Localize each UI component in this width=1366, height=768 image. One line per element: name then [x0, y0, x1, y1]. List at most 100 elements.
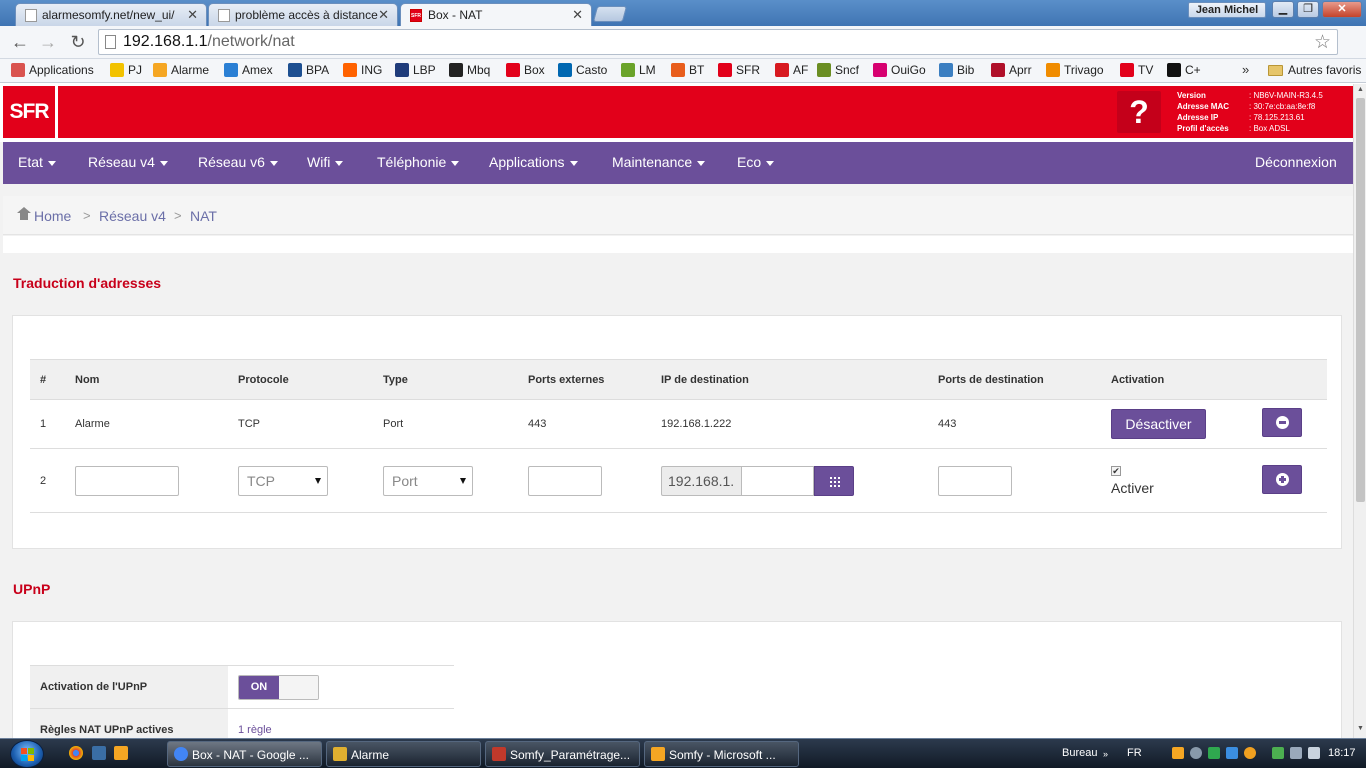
- bookmark-star-icon[interactable]: ☆: [1314, 31, 1331, 54]
- bookmark-bib[interactable]: Bib: [939, 63, 974, 77]
- drive-icon[interactable]: [1208, 747, 1220, 759]
- nav-etat[interactable]: Etat: [18, 154, 56, 170]
- page-icon: [218, 9, 230, 22]
- bureau-toolbar[interactable]: Bureau: [1062, 747, 1097, 759]
- breadcrumb-home[interactable]: Home: [17, 207, 71, 224]
- task-chrome[interactable]: Box - NAT - Google ...: [167, 741, 322, 767]
- update-icon[interactable]: [1244, 747, 1256, 759]
- scroll-down-icon[interactable]: ▼: [1357, 725, 1364, 732]
- nav-applications[interactable]: Applications: [489, 154, 578, 170]
- breadcrumb: Home > Réseau v4 > NAT: [3, 196, 1353, 235]
- protocole-select[interactable]: TCP: [238, 465, 328, 496]
- bookmark-tv[interactable]: TV: [1120, 63, 1153, 77]
- chrome-icon: [174, 747, 188, 761]
- bookmark-lbp[interactable]: LBP: [395, 63, 436, 77]
- bookmark-lm[interactable]: LM: [621, 63, 656, 77]
- nav-telephonie[interactable]: Téléphonie: [377, 154, 460, 170]
- bookmark-label: Applications: [29, 63, 94, 77]
- bell-icon[interactable]: [1190, 747, 1202, 759]
- plus-circle-icon: [1276, 472, 1289, 486]
- profile-name[interactable]: Jean Michel: [1188, 2, 1266, 18]
- browser-tab-2[interactable]: problème accès à distance ✕: [208, 3, 398, 26]
- scroll-up-icon[interactable]: ▲: [1357, 86, 1364, 93]
- close-tab-icon[interactable]: ✕: [378, 7, 389, 23]
- task-pdf[interactable]: Somfy_Paramétrage...: [485, 741, 640, 767]
- back-arrow-icon[interactable]: ←: [8, 30, 32, 54]
- battery-icon[interactable]: [1272, 747, 1284, 759]
- close-window-icon[interactable]: ✕: [1322, 1, 1362, 18]
- bookmark-amex[interactable]: Amex: [224, 63, 273, 77]
- nav-maintenance[interactable]: Maintenance: [612, 154, 706, 170]
- task-mail[interactable]: Somfy - Microsoft ...: [644, 741, 799, 767]
- nom-input[interactable]: [75, 465, 179, 496]
- ports-externes-input[interactable]: [528, 465, 602, 496]
- address-bar[interactable]: 192.168.1.1/network/nat ☆: [98, 29, 1338, 55]
- language-indicator[interactable]: FR: [1127, 747, 1142, 759]
- bookmark-box[interactable]: Box: [506, 63, 545, 77]
- new-tab-button[interactable]: [592, 6, 628, 22]
- browser-tab-3[interactable]: SFR Box - NAT ✕: [400, 3, 592, 27]
- page-scrollbar[interactable]: ▲ ▼: [1353, 84, 1366, 738]
- bookmark-aprr[interactable]: Aprr: [991, 63, 1032, 77]
- forward-arrow-icon[interactable]: →: [36, 30, 60, 54]
- close-tab-icon[interactable]: ✕: [572, 7, 583, 23]
- bookmark-sncf[interactable]: Sncf: [817, 63, 859, 77]
- activer-checkbox[interactable]: ✔: [1111, 465, 1121, 476]
- nav-reseau-v4[interactable]: Réseau v4: [88, 154, 168, 170]
- bookmark-ing[interactable]: ING: [343, 63, 382, 77]
- delete-rule-button[interactable]: [1262, 408, 1302, 437]
- minimize-icon[interactable]: ▁: [1272, 1, 1294, 18]
- logout-link[interactable]: Déconnexion: [1255, 154, 1337, 170]
- bookmark-casto[interactable]: Casto: [558, 63, 607, 77]
- bookmark-applications[interactable]: Applications: [11, 63, 94, 77]
- ip-destination-input[interactable]: [741, 465, 814, 496]
- ports-destination-input[interactable]: [938, 465, 1012, 496]
- bookmark-favicon-icon: [621, 63, 635, 77]
- bookmark-ouigo[interactable]: OuiGo: [873, 63, 926, 77]
- nav-eco[interactable]: Eco: [737, 154, 775, 170]
- bookmark-c-[interactable]: C+: [1167, 63, 1201, 77]
- close-tab-icon[interactable]: ✕: [187, 7, 198, 23]
- bookmark-bpa[interactable]: BPA: [288, 63, 329, 77]
- desactiver-button[interactable]: Désactiver: [1111, 409, 1206, 439]
- browser-tab-1[interactable]: alarmesomfy.net/new_ui/ ✕: [15, 3, 207, 26]
- upnp-rules-link[interactable]: 1 règle: [238, 724, 272, 736]
- bookmark-sfr[interactable]: SFR: [718, 63, 760, 77]
- bookmark-pj[interactable]: PJ: [110, 63, 142, 77]
- col-ip-destination: IP de destination: [651, 359, 928, 400]
- network-icon[interactable]: [1290, 747, 1302, 759]
- clock[interactable]: 18:17: [1328, 747, 1356, 759]
- scroll-thumb[interactable]: [1356, 98, 1365, 502]
- mail-icon[interactable]: [114, 746, 128, 760]
- bookmarks-more-icon[interactable]: »: [1242, 62, 1249, 77]
- bookmark-mbq[interactable]: Mbq: [449, 63, 490, 77]
- sfr-logo[interactable]: SFR: [3, 86, 58, 138]
- nav-wifi[interactable]: Wifi: [307, 154, 344, 170]
- other-bookmarks[interactable]: Autres favoris: [1268, 63, 1361, 77]
- tray-expand-icon[interactable]: »: [1103, 749, 1108, 759]
- caret-down-icon: [159, 160, 168, 166]
- bookmark-af[interactable]: AF: [775, 63, 808, 77]
- breadcrumb-reseau-v4[interactable]: Réseau v4: [99, 208, 166, 224]
- mail-icon[interactable]: [1172, 747, 1184, 759]
- start-button[interactable]: [10, 740, 44, 768]
- nav-reseau-v6[interactable]: Réseau v6: [198, 154, 278, 170]
- info-profile: Profil d'accès: Box ADSL: [1177, 124, 1290, 133]
- volume-icon[interactable]: [1308, 747, 1320, 759]
- bookmark-trivago[interactable]: Trivago: [1046, 63, 1104, 77]
- tab-title: alarmesomfy.net/new_ui/: [42, 8, 175, 22]
- add-rule-button[interactable]: [1262, 464, 1302, 494]
- dropbox-icon[interactable]: [1226, 747, 1238, 759]
- reload-icon[interactable]: ↻: [66, 30, 90, 54]
- bookmark-bt[interactable]: BT: [671, 63, 704, 77]
- maximize-icon[interactable]: ❐: [1297, 1, 1319, 18]
- folder-icon: [1268, 65, 1283, 76]
- desktop-icon[interactable]: [92, 746, 106, 760]
- task-alarme[interactable]: Alarme: [326, 741, 481, 767]
- help-button[interactable]: ?: [1117, 91, 1161, 133]
- chrome-icon[interactable]: [69, 746, 83, 760]
- device-picker-button[interactable]: [814, 465, 854, 496]
- upnp-toggle[interactable]: ON: [238, 674, 319, 700]
- type-select[interactable]: Port: [383, 465, 473, 496]
- bookmark-alarme[interactable]: Alarme: [153, 63, 209, 77]
